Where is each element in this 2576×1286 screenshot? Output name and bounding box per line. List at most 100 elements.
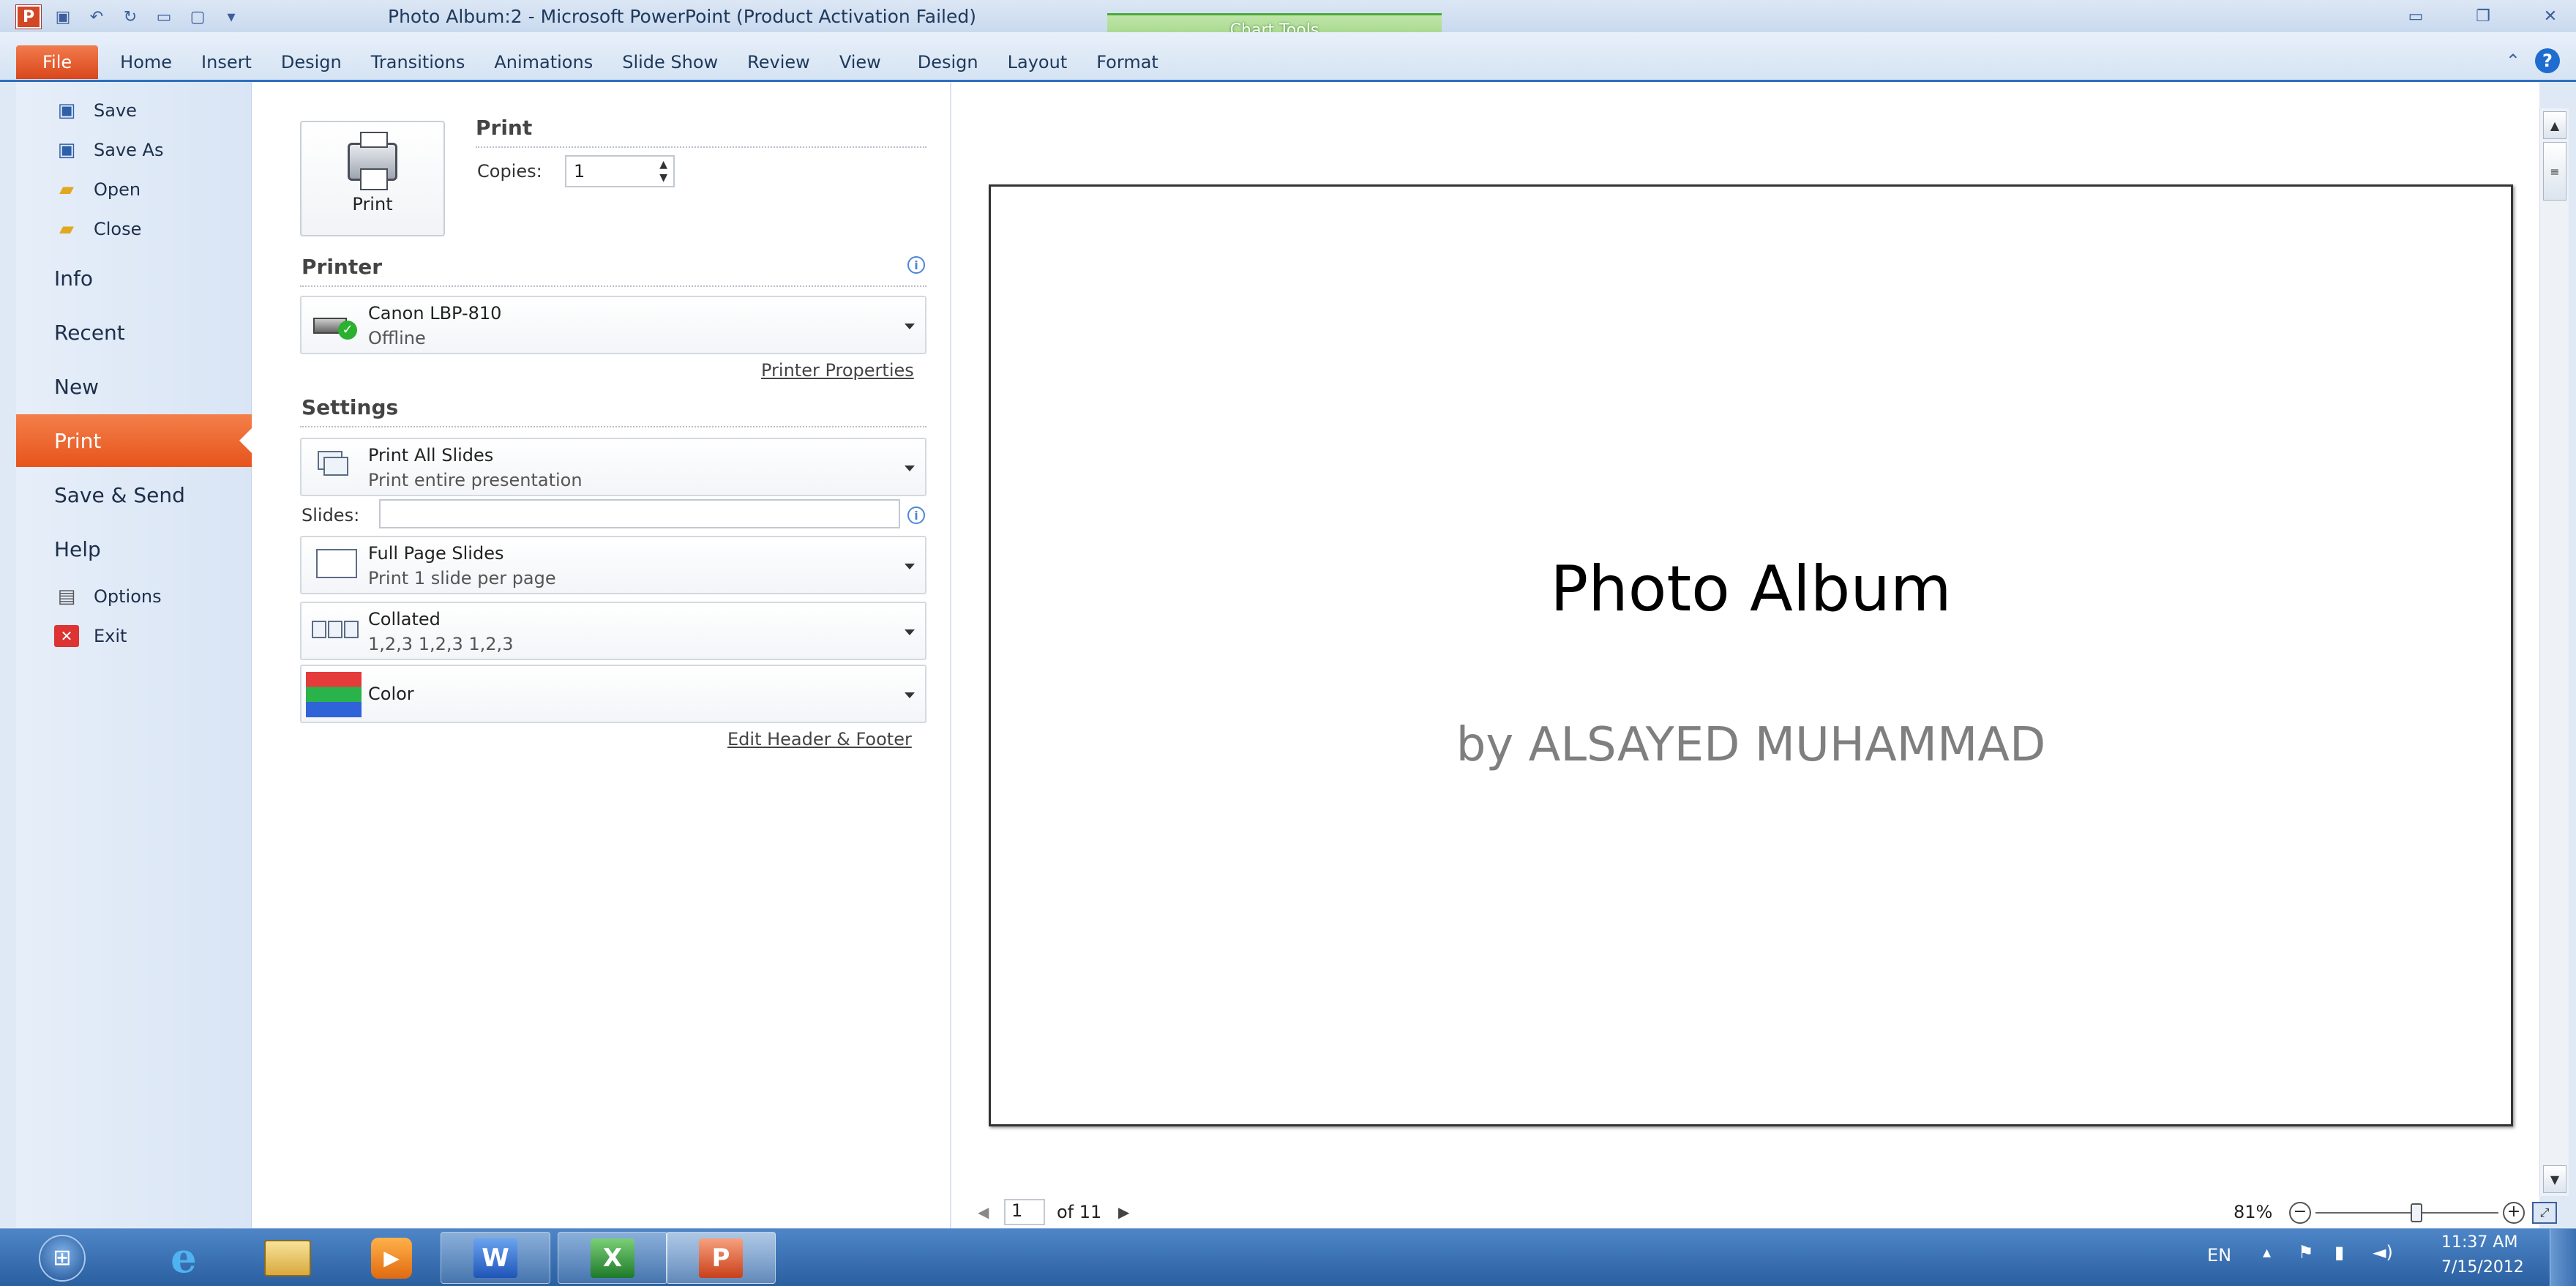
slide-subtitle: by ALSAYED MUHAMMAD [1456, 718, 2046, 772]
tab-file[interactable]: File [16, 45, 99, 79]
zoom-slider-track[interactable] [2315, 1212, 2498, 1214]
help-icon[interactable]: ? [2535, 48, 2560, 73]
nav-open[interactable]: ▰ Open [16, 171, 252, 208]
window-title: Photo Album:2 - Microsoft PowerPoint (Pr… [388, 6, 976, 27]
tab-home[interactable]: Home [105, 45, 187, 79]
nav-recent[interactable]: Recent [16, 306, 252, 359]
windows-logo-icon: ⊞ [39, 1234, 86, 1282]
print-button[interactable]: Print [300, 121, 445, 236]
volume-icon[interactable]: ◄) [2373, 1242, 2393, 1263]
tab-chart-layout[interactable]: Layout [993, 45, 1082, 79]
tab-transitions[interactable]: Transitions [356, 45, 480, 79]
scroll-down-icon[interactable]: ▼ [2543, 1165, 2566, 1193]
taskbar-app-excel[interactable]: X [558, 1232, 667, 1284]
color-dropdown[interactable]: Color [300, 665, 926, 723]
restore-icon[interactable]: ❐ [2468, 7, 2498, 29]
tab-review[interactable]: Review [733, 45, 825, 79]
save-icon[interactable]: ▣ [51, 6, 75, 28]
nav-print[interactable]: Print [16, 414, 252, 467]
nav-exit[interactable]: ✕ Exit [16, 618, 252, 654]
print-all-slides-icon [310, 449, 362, 482]
clock-time[interactable]: 11:37 AM [2441, 1233, 2517, 1252]
tab-insert[interactable]: Insert [187, 45, 266, 79]
quick-access-toolbar: P ▣ ↶ ↻ ▭ ▢ ▾ [15, 4, 243, 29]
copies-value: 1 [574, 161, 585, 182]
undo-icon[interactable]: ↶ [85, 6, 108, 28]
tab-animations[interactable]: Animations [479, 45, 607, 79]
page-number-input[interactable]: 1 [1004, 1199, 1045, 1225]
excel-icon: X [591, 1238, 634, 1278]
preview-scrollbar[interactable]: ▲ ≡ ▼ [2539, 108, 2569, 1196]
folder-close-icon: ▰ [59, 218, 74, 240]
edit-header-footer-link[interactable]: Edit Header & Footer [727, 729, 912, 749]
nav-close[interactable]: ▰ Close [16, 211, 252, 247]
zoom-level[interactable]: 81% [2234, 1202, 2272, 1222]
printer-dropdown[interactable]: ✓ Canon LBP-810 Offline [300, 296, 926, 354]
zoom-slider-thumb[interactable] [2410, 1203, 2422, 1222]
network-icon[interactable]: ▮ [2334, 1242, 2344, 1263]
next-page-icon[interactable]: ▶ [1118, 1203, 1129, 1221]
taskbar-app-file-explorer[interactable] [233, 1232, 342, 1284]
collation-dropdown[interactable]: Collated 1,2,3 1,2,3 1,2,3 [300, 602, 926, 660]
page-total: of 11 [1057, 1202, 1102, 1222]
clock-date[interactable]: 7/15/2012 [2441, 1258, 2524, 1276]
zoom-out-icon[interactable]: − [2289, 1202, 2311, 1224]
backstage-nav: ▣ Save ▣ Save As ▰ Open ▰ Close Info Recent … [16, 82, 252, 1228]
tab-chart-format[interactable]: Format [1082, 45, 1173, 79]
nav-save[interactable]: ▣ Save [16, 92, 252, 129]
redo-icon[interactable]: ↻ [119, 6, 142, 28]
spinner-arrows-icon[interactable]: ▲ ▼ [659, 158, 667, 184]
printer-status: Offline [368, 328, 426, 348]
print-range-sub: Print entire presentation [368, 470, 583, 490]
chevron-down-icon [905, 629, 915, 635]
printer-properties-link[interactable]: Printer Properties [761, 360, 914, 381]
printer-icon [348, 132, 397, 190]
print-range-main: Print All Slides [368, 445, 494, 466]
copies-stepper[interactable]: 1 ▲ ▼ [565, 155, 675, 187]
layout-dropdown[interactable]: Full Page Slides Print 1 slide per page [300, 536, 926, 594]
nav-options[interactable]: ▤ Options [16, 578, 252, 615]
slides-input[interactable] [379, 499, 900, 528]
minimize-icon[interactable]: ▭ [2400, 7, 2431, 29]
options-icon: ▤ [57, 586, 76, 608]
nav-info[interactable]: Info [16, 252, 252, 304]
nav-new[interactable]: New [16, 360, 252, 413]
tab-chart-design[interactable]: Design [903, 45, 993, 79]
print-range-dropdown[interactable]: Print All Slides Print entire presentati… [300, 438, 926, 496]
chevron-down-icon [905, 466, 915, 471]
nav-save-as[interactable]: ▣ Save As [16, 132, 252, 168]
taskbar-app-media-player[interactable]: ▶ [337, 1232, 446, 1284]
nav-help[interactable]: Help [16, 523, 252, 575]
ribbon-tabs: File Home Insert Design Transitions Anim… [16, 45, 1173, 79]
zoom-to-page-icon[interactable]: ⤢ [2532, 1202, 2557, 1224]
printer-info-icon[interactable]: i [907, 256, 925, 274]
taskbar-app-word[interactable]: W [441, 1232, 550, 1284]
full-page-slide-icon [310, 547, 362, 580]
show-hidden-icons-icon[interactable]: ▴ [2263, 1244, 2271, 1262]
powerpoint-logo-icon[interactable]: P [15, 4, 42, 29]
tab-view[interactable]: View [825, 45, 896, 79]
taskbar-app-internet-explorer[interactable]: e [129, 1232, 239, 1284]
scroll-thumb[interactable]: ≡ [2543, 142, 2566, 201]
print-button-label: Print [352, 194, 393, 214]
action-center-flag-icon[interactable]: ⚑ [2298, 1242, 2314, 1263]
zoom-in-icon[interactable]: + [2503, 1202, 2525, 1224]
open-icon[interactable]: ▭ [152, 6, 176, 28]
scroll-up-icon[interactable]: ▲ [2543, 111, 2566, 139]
printer-name: Canon LBP-810 [368, 303, 502, 324]
tab-slide-show[interactable]: Slide Show [607, 45, 733, 79]
copies-label: Copies: [477, 161, 542, 182]
start-button[interactable]: ⊞ [22, 1232, 102, 1284]
slides-info-icon[interactable]: i [907, 506, 925, 524]
close-icon[interactable]: ✕ [2535, 7, 2566, 29]
taskbar-app-powerpoint[interactable]: P [666, 1232, 776, 1284]
language-indicator[interactable]: EN [2207, 1245, 2231, 1266]
minimize-ribbon-icon[interactable]: ⌃ [2506, 51, 2520, 71]
tab-design[interactable]: Design [266, 45, 356, 79]
new-icon[interactable]: ▢ [186, 6, 209, 28]
prev-page-icon[interactable]: ◀ [978, 1203, 989, 1221]
show-desktop-button[interactable] [2550, 1229, 2576, 1286]
nav-save-send[interactable]: Save & Send [16, 468, 252, 521]
customize-qat-icon[interactable]: ▾ [220, 6, 243, 28]
preview-status-row: ◀ 1 of 11 ▶ 81% − + ⤢ [951, 1199, 2569, 1228]
